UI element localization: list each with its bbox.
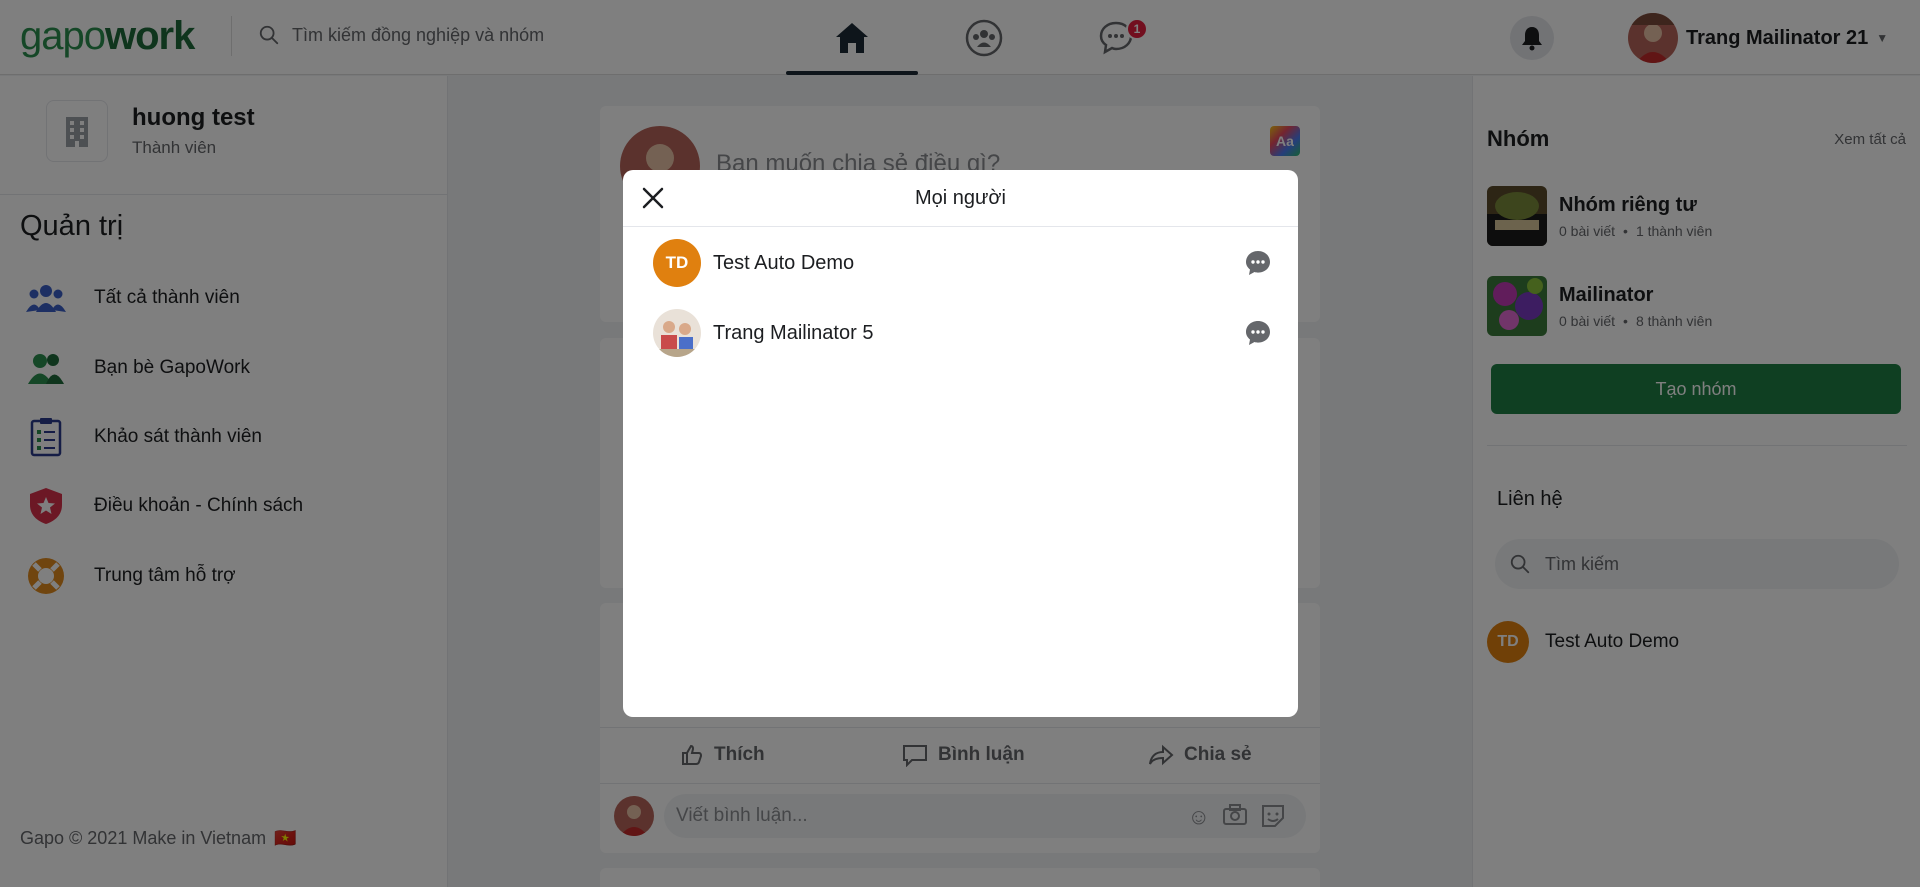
person-name: Trang Mailinator 5 (713, 321, 874, 344)
close-icon (642, 187, 664, 209)
chat-bubble-icon (1246, 251, 1270, 275)
person-item[interactable]: TD Test Auto Demo (653, 238, 1273, 288)
modal-header: Mọi người (623, 170, 1298, 227)
person-avatar: TD (653, 239, 701, 287)
person-item[interactable]: Trang Mailinator 5 (653, 308, 1273, 358)
chat-bubble-icon (1246, 321, 1270, 345)
modal-title: Mọi người (915, 186, 1006, 209)
person-name: Test Auto Demo (713, 251, 855, 274)
message-button[interactable] (1243, 318, 1273, 348)
person-avatar (653, 309, 701, 357)
people-modal: Mọi người TD Test Auto Demo Trang Mailin… (623, 170, 1298, 717)
close-button[interactable] (639, 184, 667, 212)
message-button[interactable] (1243, 248, 1273, 278)
